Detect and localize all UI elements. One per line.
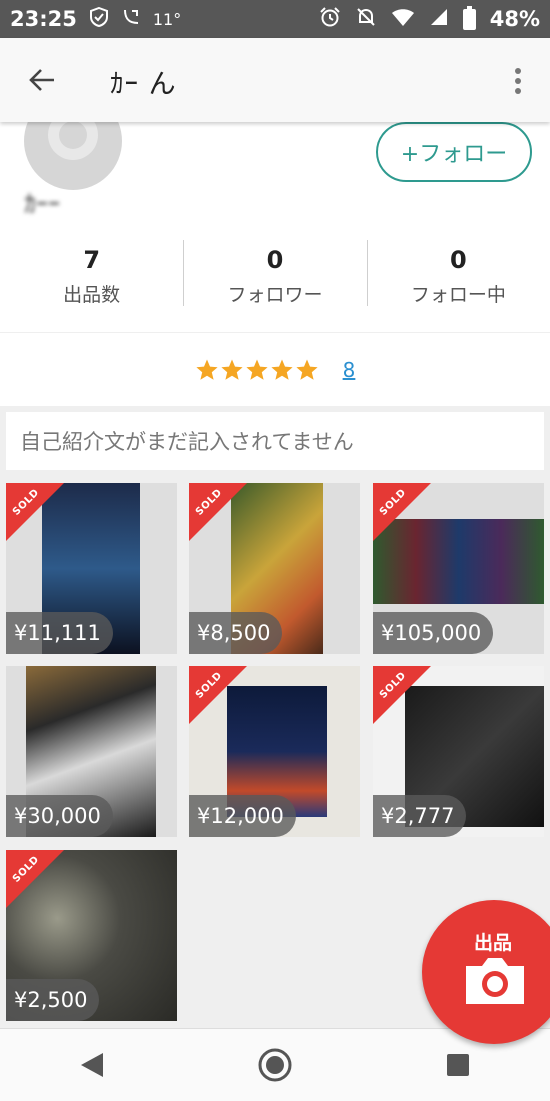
item-price: ¥30,000 — [6, 795, 113, 837]
item-card[interactable]: ¥30,000 — [6, 666, 177, 837]
item-card[interactable]: SOLD ¥8,500 — [189, 483, 360, 654]
item-price: ¥2,500 — [6, 979, 100, 1021]
follow-button[interactable]: +フォロー — [376, 122, 532, 182]
battery-icon — [462, 5, 476, 30]
app-bar: ｶｰ ん — [0, 38, 550, 122]
sell-label: 出品 — [474, 932, 513, 954]
stat-listings[interactable]: 7 出品数 — [0, 240, 183, 310]
star-icon — [196, 359, 218, 380]
nav-back-button[interactable] — [67, 1040, 117, 1090]
star-icon — [296, 359, 318, 380]
status-bar: 23:25 11° 48% — [0, 0, 550, 38]
signal-icon — [429, 7, 449, 31]
battery-percent: 48% — [489, 7, 540, 31]
rating-stars — [195, 358, 319, 382]
stat-following[interactable]: 0 フォロー中 — [366, 240, 550, 310]
nav-home-button[interactable] — [250, 1040, 300, 1090]
camera-icon — [466, 958, 524, 1004]
stat-followers[interactable]: 0 フォロワー — [183, 240, 366, 310]
circle-home-icon — [258, 1048, 292, 1082]
item-price: ¥12,000 — [189, 795, 296, 837]
status-temperature: 11° — [152, 9, 182, 29]
rating-row[interactable]: 8 — [0, 333, 550, 406]
shield-icon — [89, 6, 109, 31]
nav-recents-button[interactable] — [433, 1040, 483, 1090]
profile-name: ｶｰｰ — [24, 190, 60, 218]
stat-label: フォロワー — [227, 284, 323, 306]
more-vert-icon — [515, 68, 521, 74]
stat-value: 7 — [83, 246, 101, 274]
rating-count-link[interactable]: 8 — [343, 358, 356, 382]
profile-stats: 7 出品数 0 フォロワー 0 フォロー中 — [0, 240, 550, 310]
star-icon — [221, 359, 243, 380]
star-icon — [271, 359, 293, 380]
item-price: ¥8,500 — [189, 612, 283, 654]
more-menu-button[interactable] — [506, 64, 530, 98]
star-icon — [246, 359, 268, 380]
item-card[interactable]: SOLD ¥105,000 — [373, 483, 544, 654]
status-time: 23:25 — [10, 7, 77, 31]
item-card[interactable]: SOLD ¥2,777 — [373, 666, 544, 837]
item-card[interactable]: SOLD ¥12,000 — [189, 666, 360, 837]
item-price: ¥11,111 — [6, 612, 113, 654]
triangle-back-icon — [80, 1053, 103, 1077]
item-price: ¥2,777 — [373, 795, 467, 837]
mute-bell-icon — [355, 6, 377, 32]
stat-label: 出品数 — [63, 284, 121, 306]
item-card[interactable]: SOLD ¥2,500 — [6, 850, 177, 1021]
profile-section: ｶｰｰ +フォロー 7 出品数 0 フォロワー 0 フォロー中 — [0, 92, 550, 332]
item-price: ¥105,000 — [373, 612, 494, 654]
square-recents-icon — [447, 1054, 470, 1076]
sell-button[interactable]: 出品 — [422, 900, 550, 1044]
stat-label: フォロー中 — [410, 284, 506, 306]
call-forward-icon — [121, 7, 141, 31]
item-card[interactable]: SOLD ¥11,111 — [6, 483, 177, 654]
page-title: ｶｰ ん — [110, 69, 177, 100]
stat-value: 0 — [449, 246, 467, 274]
wifi-icon — [391, 7, 415, 31]
stat-value: 0 — [266, 246, 284, 274]
back-button[interactable] — [22, 60, 62, 100]
alarm-icon — [319, 6, 341, 32]
self-intro: 自己紹介文がまだ記入されてません — [6, 412, 544, 470]
arrow-left-icon — [29, 69, 54, 91]
